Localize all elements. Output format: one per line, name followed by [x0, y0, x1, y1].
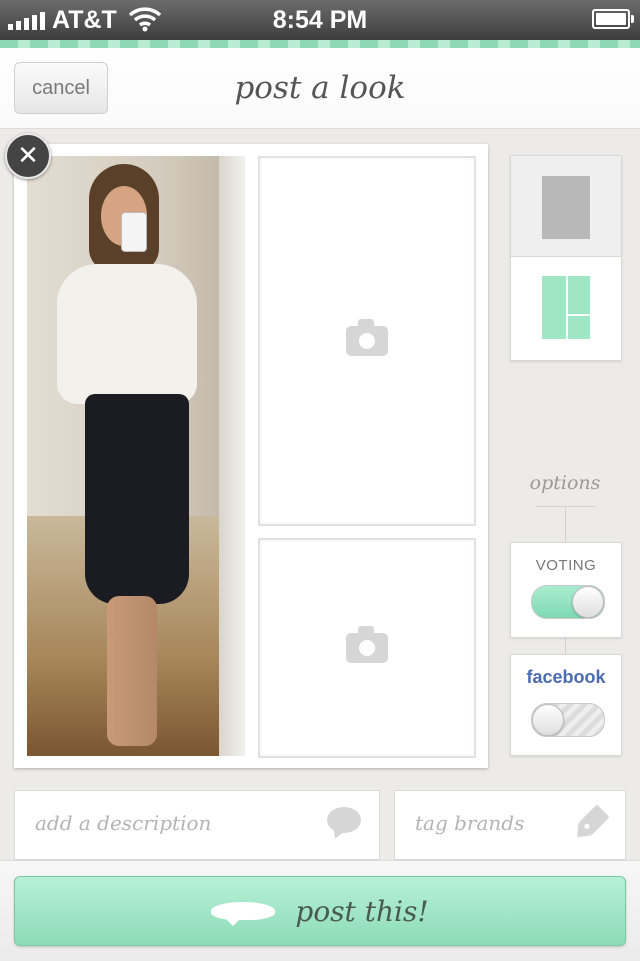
- layout-triple-option[interactable]: [511, 257, 621, 357]
- cloud-post-icon: [211, 898, 276, 926]
- single-layout-icon: [542, 176, 590, 239]
- tag-icon: [578, 804, 610, 836]
- facebook-label: facebook: [526, 667, 606, 687]
- options-label: options: [529, 472, 601, 494]
- look-photo[interactable]: [27, 156, 245, 756]
- tag-brands-field[interactable]: tag brands: [394, 790, 626, 860]
- speech-bubble-icon: [327, 807, 361, 833]
- status-bar: AT&T 8:54 PM: [0, 0, 640, 40]
- layout-picker: [510, 155, 622, 361]
- close-icon: ✕: [17, 141, 39, 171]
- bottom-bar: post this!: [0, 860, 640, 961]
- toggle-knob: [572, 586, 604, 618]
- camera-icon: [346, 319, 388, 356]
- toggle-knob: [532, 704, 564, 736]
- layout-single-option[interactable]: [511, 156, 621, 257]
- post-button-label: post this!: [295, 894, 429, 928]
- tag-brands-placeholder: tag brands: [415, 811, 525, 835]
- header-accent-stripe: [0, 40, 640, 48]
- status-time: 8:54 PM: [272, 6, 368, 34]
- facebook-option: facebook: [510, 654, 622, 756]
- photo-slot-bottom[interactable]: [258, 538, 476, 758]
- description-field[interactable]: add a description: [14, 790, 380, 860]
- triple-layout-icon: [542, 276, 566, 339]
- post-button[interactable]: post this!: [14, 876, 626, 946]
- voting-toggle[interactable]: [531, 585, 605, 619]
- battery-icon: [592, 9, 634, 29]
- facebook-toggle[interactable]: [531, 703, 605, 737]
- nav-header: cancel post a look: [0, 40, 640, 129]
- description-placeholder: add a description: [35, 811, 212, 835]
- camera-icon: [346, 626, 388, 663]
- photo-slot-top[interactable]: [258, 156, 476, 526]
- voting-option: VOTING: [510, 542, 622, 638]
- collage-board: [14, 144, 488, 768]
- options-divider: [536, 506, 596, 507]
- page-title: post a look: [234, 70, 406, 106]
- voting-label: VOTING: [535, 557, 597, 574]
- remove-photo-button[interactable]: ✕: [5, 133, 51, 179]
